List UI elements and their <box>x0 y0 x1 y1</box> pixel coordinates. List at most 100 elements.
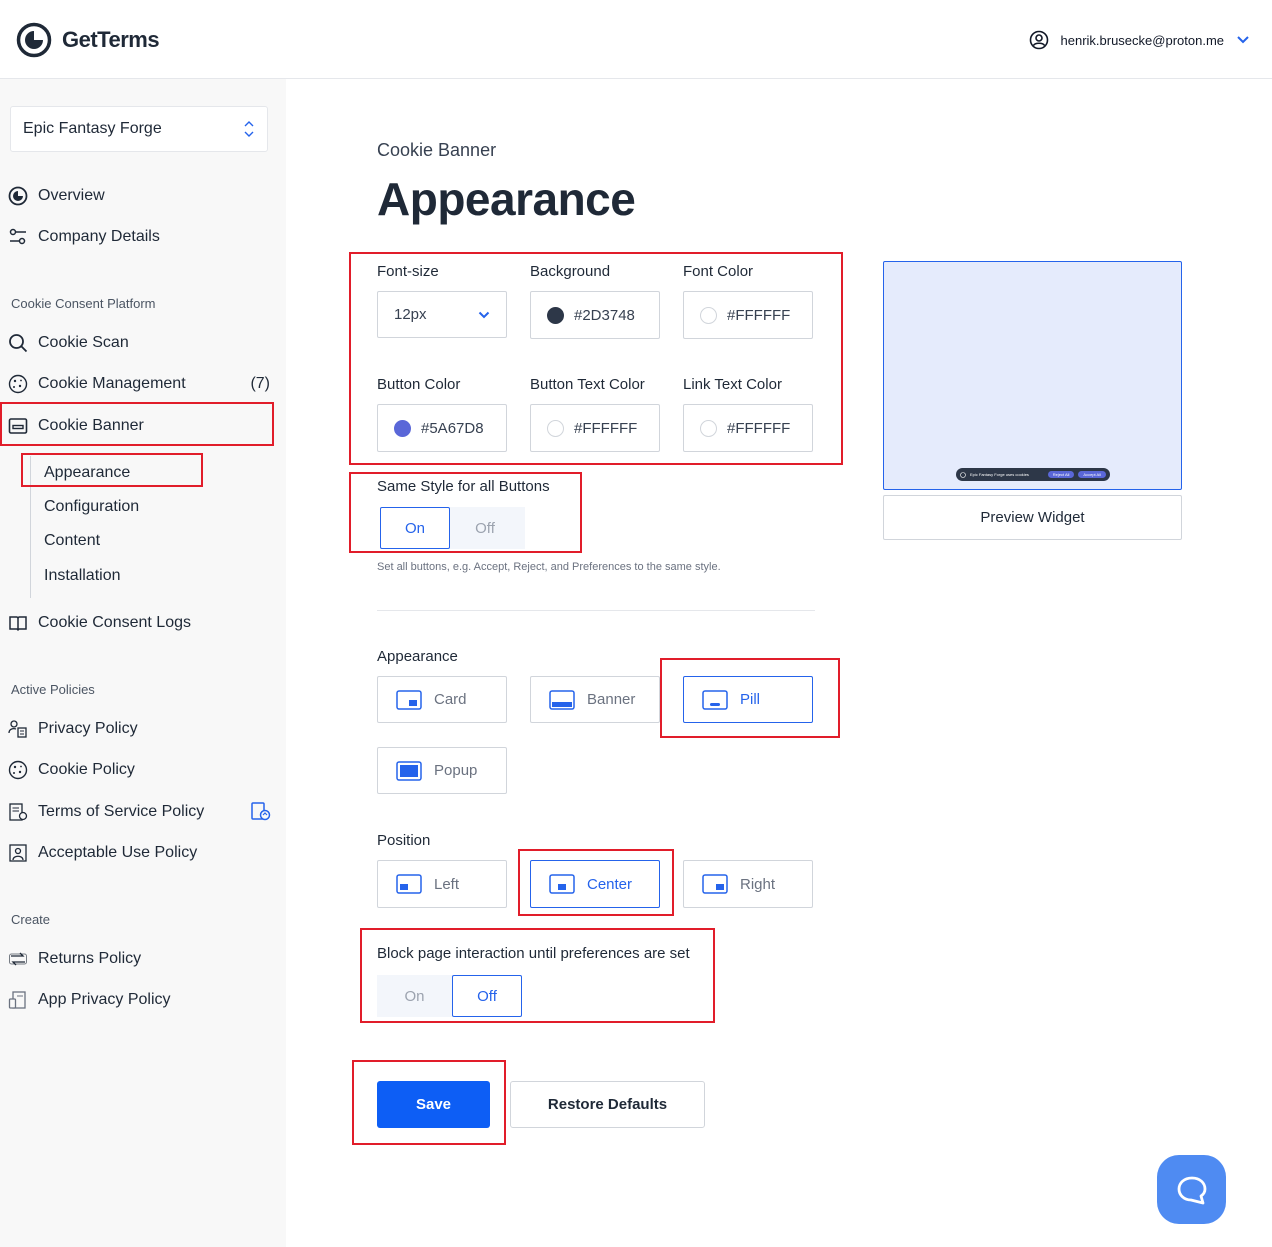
button-text-color-input[interactable]: #FFFFFF <box>530 404 660 452</box>
same-style-off[interactable]: Off <box>450 507 520 549</box>
section-cookie-consent-platform: Cookie Consent Platform <box>11 296 156 311</box>
project-selector[interactable]: Epic Fantasy Forge <box>10 106 268 152</box>
color-swatch[interactable] <box>700 419 717 437</box>
button-color-input[interactable]: #5A67D8 <box>377 404 507 452</box>
sidebar-item-label: Terms of Service Policy <box>38 803 205 820</box>
banner-layout-icon <box>549 689 575 710</box>
font-size-value: 12px <box>394 306 427 323</box>
brand-logo[interactable]: GetTerms <box>16 22 160 58</box>
app-document-icon <box>8 991 26 1009</box>
color-swatch[interactable] <box>547 419 564 437</box>
sidebar-item-label: Overview <box>38 187 105 204</box>
sidebar-item-label: Company Details <box>38 228 160 245</box>
position-left-option[interactable]: Left <box>377 860 507 908</box>
page-title: Appearance <box>377 173 636 225</box>
same-style-help: Set all buttons, e.g. Accept, Reject, an… <box>377 561 721 573</box>
background-value: #2D3748 <box>574 306 635 324</box>
sidebar-item-cookie-banner[interactable]: Cookie Banner <box>8 414 144 438</box>
sidebar-item-cookie-management[interactable]: Cookie Management <box>8 372 186 396</box>
block-on[interactable]: On <box>377 975 452 1017</box>
sidebar-item-terms-of-service[interactable]: Terms of Service Policy <box>8 800 204 824</box>
font-color-input[interactable]: #FFFFFF <box>683 291 813 339</box>
cookie-icon <box>8 760 28 780</box>
sidebar-item-privacy-policy[interactable]: Privacy Policy <box>8 717 138 741</box>
font-color-label: Font Color <box>683 263 754 280</box>
option-label: Card <box>434 691 467 708</box>
same-style-label: Same Style for all Buttons <box>377 478 550 495</box>
position-left-icon <box>396 874 422 894</box>
sidebar-item-overview[interactable]: Overview <box>8 184 105 208</box>
appearance-card-option[interactable]: Card <box>377 676 507 723</box>
chevron-down-icon[interactable] <box>1236 35 1250 45</box>
option-label: Popup <box>434 762 478 779</box>
preview-pill-text: Epic Fantasy Forge uses cookies <box>970 472 1029 477</box>
appearance-popup-option[interactable]: Popup <box>377 747 507 794</box>
return-arrows-icon <box>9 952 27 966</box>
sub-item-installation[interactable]: Installation <box>44 567 121 585</box>
sidebar-item-label: Cookie Consent Logs <box>38 614 191 631</box>
banner-icon <box>8 418 28 434</box>
restore-defaults-button[interactable]: Restore Defaults <box>510 1081 705 1128</box>
book-open-icon <box>9 616 27 632</box>
option-label: Right <box>740 875 776 893</box>
sub-item-content[interactable]: Content <box>44 532 100 550</box>
option-label: Banner <box>587 691 636 708</box>
section-active-policies: Active Policies <box>11 682 95 697</box>
preview-reject-button: Reject All <box>1047 471 1075 478</box>
overview-icon <box>8 186 28 206</box>
same-style-on[interactable]: On <box>380 507 450 549</box>
sidebar-item-label: Acceptable Use Policy <box>38 844 198 861</box>
color-swatch[interactable] <box>547 306 564 324</box>
color-swatch[interactable] <box>394 419 411 437</box>
sidebar-item-label: Cookie Management <box>38 375 186 392</box>
link-text-color-value: #FFFFFF <box>727 419 791 437</box>
submenu-line <box>30 456 31 598</box>
background-color-input[interactable]: #2D3748 <box>530 291 660 339</box>
sidebar-item-label: Privacy Policy <box>38 720 138 737</box>
button-text-color-value: #FFFFFF <box>574 419 638 437</box>
breadcrumb: Cookie Banner <box>377 140 497 160</box>
option-label: Center <box>587 875 633 893</box>
preview-widget-button[interactable]: Preview Widget <box>883 495 1182 540</box>
sidebar-item-company-details[interactable]: Company Details <box>8 225 160 249</box>
option-label: Pill <box>740 691 761 708</box>
block-off[interactable]: Off <box>452 975 522 1017</box>
position-right-icon <box>702 874 728 894</box>
sub-item-configuration[interactable]: Configuration <box>44 498 139 516</box>
font-size-select[interactable]: 12px <box>377 291 507 338</box>
sidebar-item-cookie-scan[interactable]: Cookie Scan <box>8 331 129 355</box>
support-chat-button[interactable] <box>1157 1155 1226 1224</box>
sidebar-item-label: App Privacy Policy <box>38 991 171 1008</box>
appearance-label: Appearance <box>377 648 458 665</box>
card-layout-icon <box>396 689 422 710</box>
document-sync-icon[interactable] <box>250 801 271 822</box>
color-swatch[interactable] <box>700 306 717 324</box>
appearance-banner-option[interactable]: Banner <box>530 676 660 723</box>
chat-bubble-icon <box>1177 1176 1206 1204</box>
pill-layout-icon <box>702 689 728 710</box>
sidebar-item-label: Cookie Scan <box>38 334 129 351</box>
button-text-color-label: Button Text Color <box>530 376 645 393</box>
sidebar-item-cookie-consent-logs[interactable]: Cookie Consent Logs <box>8 611 191 635</box>
sidebar-item-cookie-policy[interactable]: Cookie Policy <box>8 758 135 782</box>
button-color-value: #5A67D8 <box>421 419 484 437</box>
save-button[interactable]: Save <box>377 1081 490 1128</box>
position-label: Position <box>377 832 431 849</box>
top-header: GetTerms henrik.brusecke@proton.me <box>0 0 1272 79</box>
cookie-icon <box>960 471 966 478</box>
same-style-toggle: On Off <box>380 507 525 549</box>
appearance-pill-option[interactable]: Pill <box>683 676 813 723</box>
link-text-color-label: Link Text Color <box>683 376 782 393</box>
position-right-option[interactable]: Right <box>683 860 813 908</box>
sub-item-appearance[interactable]: Appearance <box>44 464 130 482</box>
user-menu[interactable]: henrik.brusecke@proton.me <box>1029 30 1251 50</box>
chevron-up-down-icon <box>244 121 254 137</box>
sidebar-item-app-privacy-policy[interactable]: App Privacy Policy <box>8 988 171 1012</box>
sidebar-item-acceptable-use[interactable]: Acceptable Use Policy <box>8 841 197 865</box>
sidebar-item-returns-policy[interactable]: Returns Policy <box>8 947 141 971</box>
block-interaction-toggle: On Off <box>377 975 522 1017</box>
option-label: Left <box>434 875 460 893</box>
link-text-color-input[interactable]: #FFFFFF <box>683 404 813 452</box>
sidebar-item-label: Cookie Policy <box>38 761 135 778</box>
position-center-option[interactable]: Center <box>530 860 660 908</box>
